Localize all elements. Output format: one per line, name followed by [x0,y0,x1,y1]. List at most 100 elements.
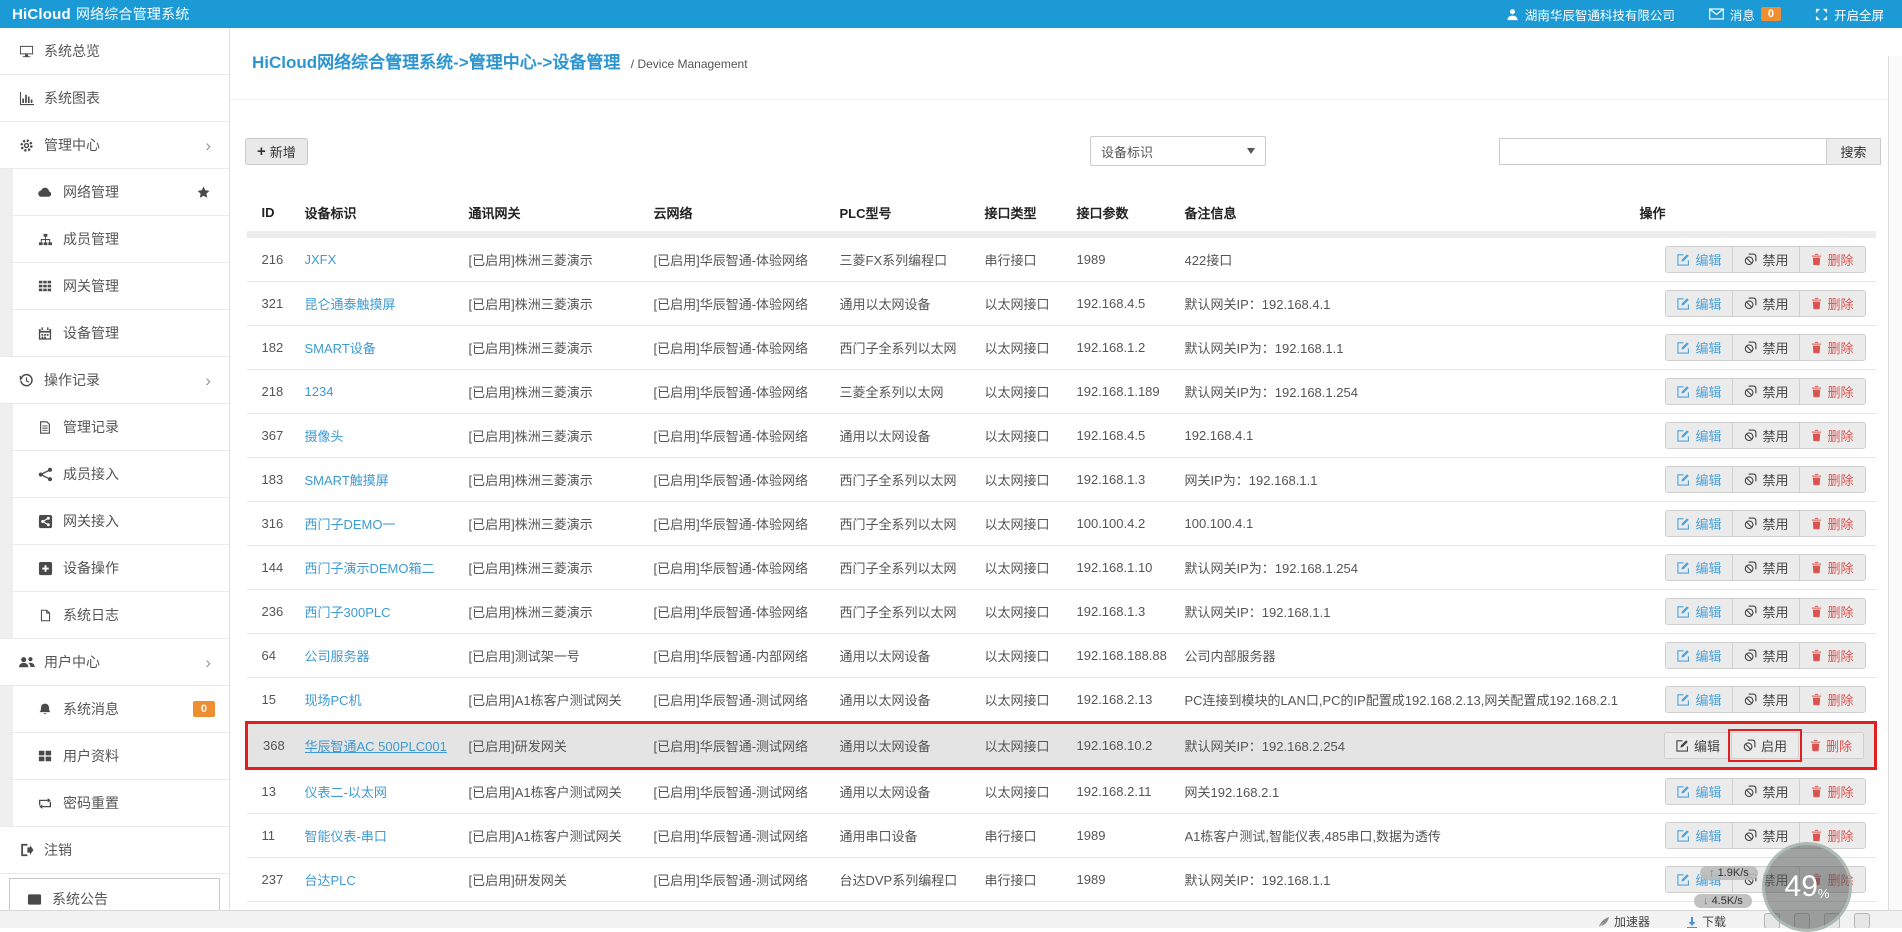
device-link[interactable]: 昆仑通泰触摸屏 [305,297,396,312]
company-menu[interactable]: 湖南华辰智通科技有限公司 [1506,5,1675,24]
memory-usage-ball[interactable]: 49 % [1762,842,1852,932]
cell-gw: [已启用]株洲三菱演示 [468,457,654,502]
edit-button[interactable]: 编辑 [1665,334,1734,361]
disable-button[interactable]: 禁用 [1732,378,1801,405]
cell-plc: 台达DVP系列编程口 [839,857,985,902]
edit-button[interactable]: 编辑 [1665,466,1734,493]
device-link[interactable]: 现场PC机 [305,693,362,708]
sidebar-item-user-profile[interactable]: 用户资料 [0,733,229,780]
delete-button-label: 删除 [1827,561,1854,576]
cell-actions: 编辑 禁用 删除 [1639,501,1876,546]
add-device-button[interactable]: + 新增 [245,138,308,165]
disable-button[interactable]: 禁用 [1732,246,1801,273]
sidebar-item-network-management[interactable]: 网络管理 [0,169,229,216]
device-link[interactable]: JXFX [305,252,337,267]
sidebar-item-gateway-access[interactable]: 网关接入 [0,498,229,545]
device-link[interactable]: 台达PLC [305,873,356,888]
delete-button[interactable]: 删除 [1799,290,1866,317]
cell-plc: 三菱全系列以太网 [839,369,985,414]
delete-button[interactable]: 删除 [1799,554,1866,581]
disable-button[interactable]: 禁用 [1732,642,1801,669]
disable-button[interactable]: 禁用 [1732,466,1801,493]
search-input[interactable] [1499,138,1827,165]
sidebar-item-device-operations[interactable]: 设备操作 [0,545,229,592]
sidebar-item-management-records[interactable]: 管理记录 [0,404,229,451]
sidebar-item-system-overview[interactable]: 系统总览 [0,28,229,75]
delete-button[interactable]: 删除 [1797,732,1864,759]
enable-button[interactable]: 启用 [1727,729,1802,762]
messages-menu[interactable]: 消息 0 [1708,5,1781,24]
edit-button[interactable]: 编辑 [1665,598,1734,625]
disable-button[interactable]: 禁用 [1732,598,1801,625]
device-link[interactable]: 摄像头 [305,429,344,444]
delete-button[interactable]: 删除 [1799,642,1866,669]
cell-gw: [已启用]A1栋客户测试网关 [468,813,654,858]
browser-tool-icon[interactable] [1854,913,1870,928]
disable-button[interactable]: 禁用 [1732,422,1801,449]
cell-gw: [已启用]株洲三菱演示 [468,413,654,458]
header-divider [230,99,1888,100]
device-link[interactable]: 华辰智通AC 500PLC001 [305,739,447,754]
toggle-icon [1744,693,1757,706]
sidebar-item-gateway-management[interactable]: 网关管理 [0,263,229,310]
delete-button[interactable]: 删除 [1799,378,1866,405]
delete-button[interactable]: 删除 [1799,466,1866,493]
device-link[interactable]: 西门子DEMO一 [305,517,396,532]
sidebar-item-management-center[interactable]: 管理中心 › [0,122,229,169]
device-link[interactable]: 公司服务器 [305,649,370,664]
edit-button[interactable]: 编辑 [1665,554,1734,581]
device-link[interactable]: 西门子300PLC [305,605,391,620]
device-link[interactable]: SMART触摸屏 [305,473,389,488]
device-link[interactable]: 智能仪表-串口 [305,829,387,844]
trash-icon [1811,473,1822,486]
delete-button[interactable]: 删除 [1799,510,1866,537]
edit-button[interactable]: 编辑 [1665,778,1734,805]
disable-button[interactable]: 禁用 [1732,290,1801,317]
delete-button[interactable]: 删除 [1799,334,1866,361]
sidebar-item-system-charts[interactable]: 系统图表 [0,75,229,122]
delete-button[interactable]: 删除 [1799,246,1866,273]
delete-button[interactable]: 删除 [1799,598,1866,625]
disable-button[interactable]: 禁用 [1732,554,1801,581]
edit-button[interactable]: 编辑 [1665,422,1734,449]
edit-icon [1677,297,1690,310]
download-button[interactable]: 下载 [1686,913,1726,928]
device-link[interactable]: SMART设备 [305,341,376,356]
sidebar-item-logout[interactable]: 注销 [0,827,229,874]
filter-dropdown[interactable]: 设备标识 [1090,136,1266,166]
cell-itype: 以太网接口 [984,768,1077,814]
sidebar-item-device-management[interactable]: 设备管理 [0,310,229,357]
scrollbar-track[interactable] [1888,56,1902,911]
sidebar-item-password-reset[interactable]: 密码重置 [0,780,229,827]
column-header: 接口类型 [984,195,1077,238]
edit-button[interactable]: 编辑 [1665,686,1734,713]
edit-button[interactable]: 编辑 [1665,290,1734,317]
sidebar-item-system-logs[interactable]: 系统日志 [0,592,229,639]
sidebar-item-member-management[interactable]: 成员管理 [0,216,229,263]
edit-button[interactable]: 编辑 [1665,378,1734,405]
edit-button[interactable]: 编辑 [1665,642,1734,669]
cell-itype: 以太网接口 [984,369,1077,414]
disable-button[interactable]: 禁用 [1732,510,1801,537]
sidebar-item-member-access[interactable]: 成员接入 [0,451,229,498]
device-link[interactable]: 西门子演示DEMO箱二 [305,561,435,576]
sidebar-item-system-messages[interactable]: 系统消息 0 [0,686,229,733]
edit-button[interactable]: 编辑 [1665,822,1734,849]
sidebar-item-operation-records[interactable]: 操作记录 › [0,357,229,404]
delete-button[interactable]: 删除 [1799,686,1866,713]
search-button[interactable]: 搜索 [1826,138,1881,165]
disable-button[interactable]: 禁用 [1732,686,1801,713]
delete-button[interactable]: 删除 [1799,778,1866,805]
disable-button[interactable]: 禁用 [1732,778,1801,805]
delete-button[interactable]: 删除 [1799,422,1866,449]
device-link[interactable]: 仪表二-以太网 [305,785,387,800]
edit-button[interactable]: 编辑 [1663,732,1732,759]
edit-button[interactable]: 编辑 [1665,246,1734,273]
disable-button[interactable]: 禁用 [1732,334,1801,361]
action-button-group: 编辑 禁用 删除 [1665,598,1866,625]
fullscreen-button[interactable]: 开启全屏 [1815,5,1884,24]
accelerator-button[interactable]: 加速器 [1598,913,1650,928]
sidebar-item-user-center[interactable]: 用户中心 › [0,639,229,686]
edit-button[interactable]: 编辑 [1665,510,1734,537]
device-link[interactable]: 1234 [305,384,334,399]
